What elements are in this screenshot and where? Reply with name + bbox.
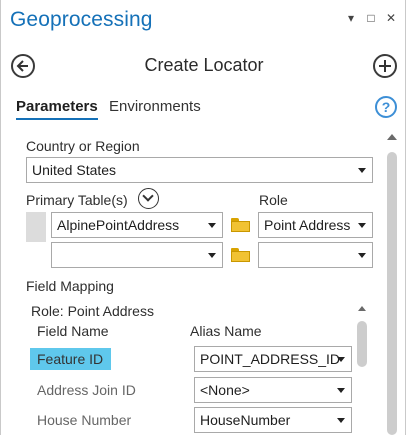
scroll-up-arrow-icon[interactable]	[358, 306, 366, 311]
plus-icon	[379, 60, 391, 72]
chevron-down-icon	[358, 168, 366, 173]
alias-value: HouseNumber	[200, 412, 291, 428]
role-select-1[interactable]: Point Address	[258, 212, 373, 238]
field-name-address-join-id[interactable]: Address Join ID	[37, 382, 136, 398]
browse-folder-icon[interactable]	[231, 218, 250, 232]
primary-table-value: AlpinePointAddress	[57, 217, 180, 233]
alias-name-header: Alias Name	[190, 323, 262, 339]
scroll-thumb[interactable]	[387, 152, 397, 435]
country-label: Country or Region	[26, 138, 140, 154]
country-select[interactable]: United States	[26, 157, 373, 183]
add-tool-button[interactable]	[373, 54, 397, 78]
field-name-feature-id[interactable]: Feature ID	[37, 351, 103, 367]
primary-table-select-2[interactable]	[51, 242, 223, 268]
role-value: Point Address	[264, 217, 351, 233]
field-mapping-label: Field Mapping	[26, 278, 114, 294]
scroll-thumb[interactable]	[357, 321, 367, 367]
alias-select-house-number[interactable]: HouseNumber	[194, 407, 352, 433]
field-name-house-number[interactable]: House Number	[37, 412, 131, 428]
field-name-header: Field Name	[37, 323, 109, 339]
help-button[interactable]: ?	[375, 96, 397, 118]
tool-title: Create Locator	[144, 55, 264, 75]
browse-folder-icon[interactable]	[231, 248, 250, 262]
tab-environments[interactable]: Environments	[109, 98, 201, 115]
chevron-down-icon	[142, 190, 154, 202]
maximize-button[interactable]: □	[363, 10, 379, 26]
scroll-up-arrow-icon[interactable]	[387, 134, 397, 140]
expand-tables-button[interactable]	[138, 188, 159, 209]
role-select-2[interactable]	[258, 242, 373, 268]
role-caption: Role: Point Address	[31, 303, 154, 319]
chevron-down-icon	[337, 357, 345, 362]
active-tab-indicator	[16, 118, 98, 120]
chevron-down-icon	[337, 418, 345, 423]
help-icon: ?	[381, 99, 391, 115]
pane-titlebar: Geoprocessing ▾ □ ✕	[1, 0, 405, 42]
close-button[interactable]: ✕	[383, 10, 399, 26]
chevron-down-icon	[358, 223, 366, 228]
primary-table-select-1[interactable]: AlpinePointAddress	[51, 212, 223, 238]
alias-select-address-join-id[interactable]: <None>	[194, 377, 352, 403]
pane-scrollbar[interactable]	[385, 128, 399, 435]
alias-value: POINT_ADDRESS_ID	[200, 351, 341, 367]
alias-select-feature-id[interactable]: POINT_ADDRESS_ID	[194, 346, 352, 372]
role-label: Role	[259, 192, 288, 208]
alias-value: <None>	[200, 382, 250, 398]
chevron-down-icon	[337, 388, 345, 393]
primary-tables-label: Primary Table(s)	[26, 192, 128, 208]
chevron-down-icon	[208, 253, 216, 258]
pane-menu-button[interactable]: ▾	[343, 10, 359, 26]
geoprocessing-pane: Geoprocessing ▾ □ ✕ Create Locator Param…	[0, 0, 406, 435]
country-value: United States	[32, 162, 117, 178]
tab-parameters[interactable]: Parameters	[16, 98, 98, 115]
chevron-down-icon	[358, 253, 366, 258]
row-drag-handle[interactable]	[26, 212, 46, 242]
chevron-down-icon	[208, 223, 216, 228]
pane-title: Geoprocessing	[10, 8, 153, 31]
